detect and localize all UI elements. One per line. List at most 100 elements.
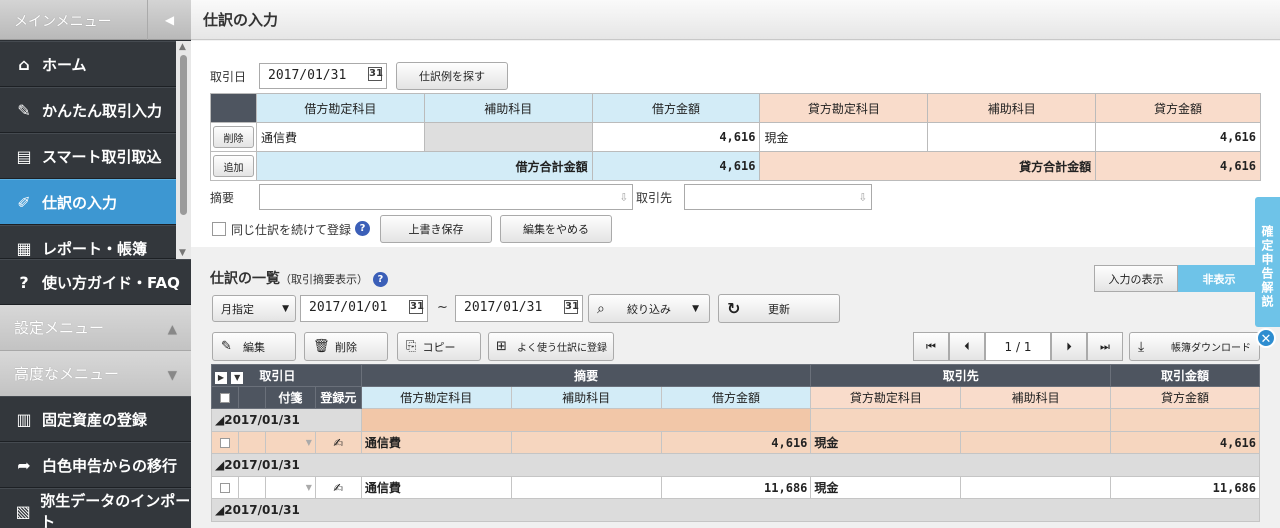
overwrite-save-button[interactable]: 上書き保存 [380, 215, 492, 243]
credit-account: 現金 [810, 476, 962, 499]
sidebar-item-migration[interactable]: ➦ 白色申告からの移行 [0, 442, 191, 488]
calendar-icon[interactable]: 31 [564, 300, 579, 314]
file-import-icon: ▧ [15, 501, 31, 521]
edit-button[interactable]: ✎ 編集 [212, 332, 296, 361]
sidebar: メインメニュー ◀ ⌂ ホーム ✎ かんたん取引入力 ▤ スマート取引取込 ✐ … [0, 0, 191, 528]
debit-total-value: 4,616 [591, 151, 761, 181]
sidebar-scrollbar[interactable]: ▲ ▼ [176, 41, 191, 259]
credit-account-cell[interactable]: 現金 [759, 122, 929, 152]
table-row[interactable]: ▼ ✍ 通信費 4,616 現金 4,616 [211, 431, 1260, 454]
close-icon[interactable]: ✕ [1256, 328, 1276, 348]
select-all-checkbox[interactable] [219, 393, 230, 403]
register-favorite-button[interactable]: ⊞ よく使う仕訳に登録 [488, 332, 614, 361]
partner-input[interactable]: ⇩ [684, 184, 872, 210]
row-delete-button[interactable]: 削除 [213, 126, 254, 148]
download-ledger-button[interactable]: ⤓ 帳簿ダウンロード [1129, 332, 1260, 361]
group-date-cell: ◢2017/01/31 [211, 498, 1260, 522]
sidebar-item-label: レポート・帳簿 [42, 240, 148, 258]
help-icon[interactable]: ? [372, 271, 388, 287]
filter-button[interactable]: ⌕ 絞り込み ▼ [588, 294, 710, 323]
settings-menu-header[interactable]: 設定メニュー ▲ [0, 305, 191, 351]
debit-account-cell[interactable]: 通信費 [255, 122, 425, 152]
delete-button[interactable]: 🗑 削除 [304, 332, 388, 361]
journal-list-section: 仕訳の一覧（取引摘要表示） ? 入力の表示 非表示 月指定 ▼ 2017/01/… [191, 247, 1280, 528]
play-icon[interactable]: ▶ [215, 372, 227, 384]
credit-sub [960, 476, 1112, 499]
row-checkbox[interactable] [219, 438, 230, 448]
row-blank [237, 431, 266, 454]
group-fill [810, 408, 1112, 432]
date-label: 取引日 [210, 70, 247, 84]
scroll-thumb[interactable] [180, 55, 187, 215]
filter-button-label: 絞り込み [627, 302, 671, 316]
date-group-row[interactable]: ◢2017/01/31 [211, 453, 1260, 477]
show-input-toggle[interactable]: 入力の表示 [1094, 265, 1178, 292]
prev-page-button[interactable]: ⏴ [949, 332, 985, 361]
help-icon[interactable]: ? [355, 221, 370, 236]
chevron-down-icon: ▼ [167, 368, 177, 382]
debit-sub-header: 補助科目 [510, 386, 662, 409]
import-icon: ▤ [16, 146, 32, 166]
tax-return-guide-tab[interactable]: 確定申告解説 [1255, 197, 1280, 327]
scroll-up-icon[interactable]: ▲ [179, 42, 186, 52]
memo-input[interactable]: ⇩ [259, 184, 633, 210]
debit-sub [510, 476, 662, 499]
page-current: 1 [1004, 339, 1013, 354]
last-page-button[interactable]: ⏭ [1087, 332, 1123, 361]
dropdown-arrow-icon[interactable]: ⇩ [859, 189, 867, 205]
advanced-menu-header[interactable]: 高度なメニュー ▼ [0, 351, 191, 397]
first-page-button[interactable]: ⏮ [913, 332, 949, 361]
chevron-down-icon[interactable]: ▼ [231, 372, 244, 384]
find-example-button[interactable]: 仕訳例を探す [396, 62, 508, 90]
chevron-left-icon[interactable]: ◀ [147, 0, 191, 40]
sidebar-item-label: 仕訳の入力 [42, 193, 118, 212]
next-page-button[interactable]: ⏵ [1051, 332, 1087, 361]
hide-input-toggle[interactable]: 非表示 [1178, 265, 1260, 292]
chevron-down-icon: ▼ [282, 303, 289, 314]
source-header: 登録元 [314, 386, 362, 409]
sidebar-item-home[interactable]: ⌂ ホーム [0, 41, 176, 87]
copy-button[interactable]: ⎘ コピー [397, 332, 481, 361]
sidebar-item-report[interactable]: ▦ レポート・帳簿 [0, 225, 176, 259]
date-group-row[interactable]: ◢2017/01/31 [211, 498, 1260, 522]
dropdown-arrow-icon[interactable]: ⇩ [620, 189, 628, 205]
row-checkbox[interactable] [219, 483, 230, 493]
question-icon: ? [19, 272, 29, 292]
debit-amount-cell[interactable]: 4,616 [591, 122, 761, 152]
col-credit-amount: 貸方金額 [1095, 93, 1261, 123]
refresh-button[interactable]: ↻ 更新 [718, 294, 840, 323]
copy-button-label: コピー [422, 340, 456, 354]
first-page-icon: ⏮ [926, 339, 936, 353]
calendar-icon[interactable]: 31 [368, 67, 383, 81]
period-select[interactable]: 月指定 ▼ [212, 295, 296, 322]
group-fill [1110, 408, 1260, 432]
credit-amount-cell[interactable]: 4,616 [1095, 122, 1261, 152]
group-date: 2017/01/31 [224, 458, 300, 472]
row-add-button[interactable]: 追加 [213, 155, 254, 177]
sidebar-item-fixed-assets[interactable]: ▥ 固定資産の登録 [0, 396, 191, 442]
sidebar-item-guide[interactable]: ? 使い方ガイド・FAQ [0, 259, 191, 305]
attach-cell[interactable]: ▼ [264, 476, 316, 499]
attach-cell[interactable]: ▼ [264, 431, 316, 454]
date-group-row[interactable]: ◢2017/01/31 [211, 408, 1260, 432]
debit-amount: 11,686 [660, 476, 812, 499]
copy-icon: ⎘ [406, 339, 417, 354]
scroll-down-icon[interactable]: ▼ [179, 248, 186, 258]
continue-checkbox[interactable] [212, 222, 226, 236]
sidebar-item-label: 白色申告からの移行 [42, 456, 178, 475]
col-credit-account: 貸方勘定科目 [759, 93, 929, 123]
delete-cell: 削除 [210, 122, 257, 152]
partner-header: 取引先 [810, 364, 1112, 387]
cancel-edit-button[interactable]: 編集をやめる [500, 215, 612, 243]
sidebar-item-journal[interactable]: ✐ 仕訳の入力 [0, 179, 176, 225]
date-header-label: 取引日 [259, 369, 296, 383]
table-row[interactable]: ▼ ✍ 通信費 11,686 現金 11,686 [211, 476, 1260, 499]
sidebar-item-smart-import[interactable]: ▤ スマート取引取込 [0, 133, 176, 179]
sidebar-item-simple-entry[interactable]: ✎ かんたん取引入力 [0, 87, 176, 133]
row-blank [237, 476, 266, 499]
credit-total-value: 4,616 [1095, 151, 1261, 181]
calendar-icon[interactable]: 31 [409, 300, 424, 314]
sidebar-item-yayoi-import[interactable]: ▧ 弥生データのインポート [0, 488, 191, 528]
credit-sub-cell[interactable] [927, 122, 1097, 152]
app-root: メインメニュー ◀ ⌂ ホーム ✎ かんたん取引入力 ▤ スマート取引取込 ✐ … [0, 0, 1280, 528]
